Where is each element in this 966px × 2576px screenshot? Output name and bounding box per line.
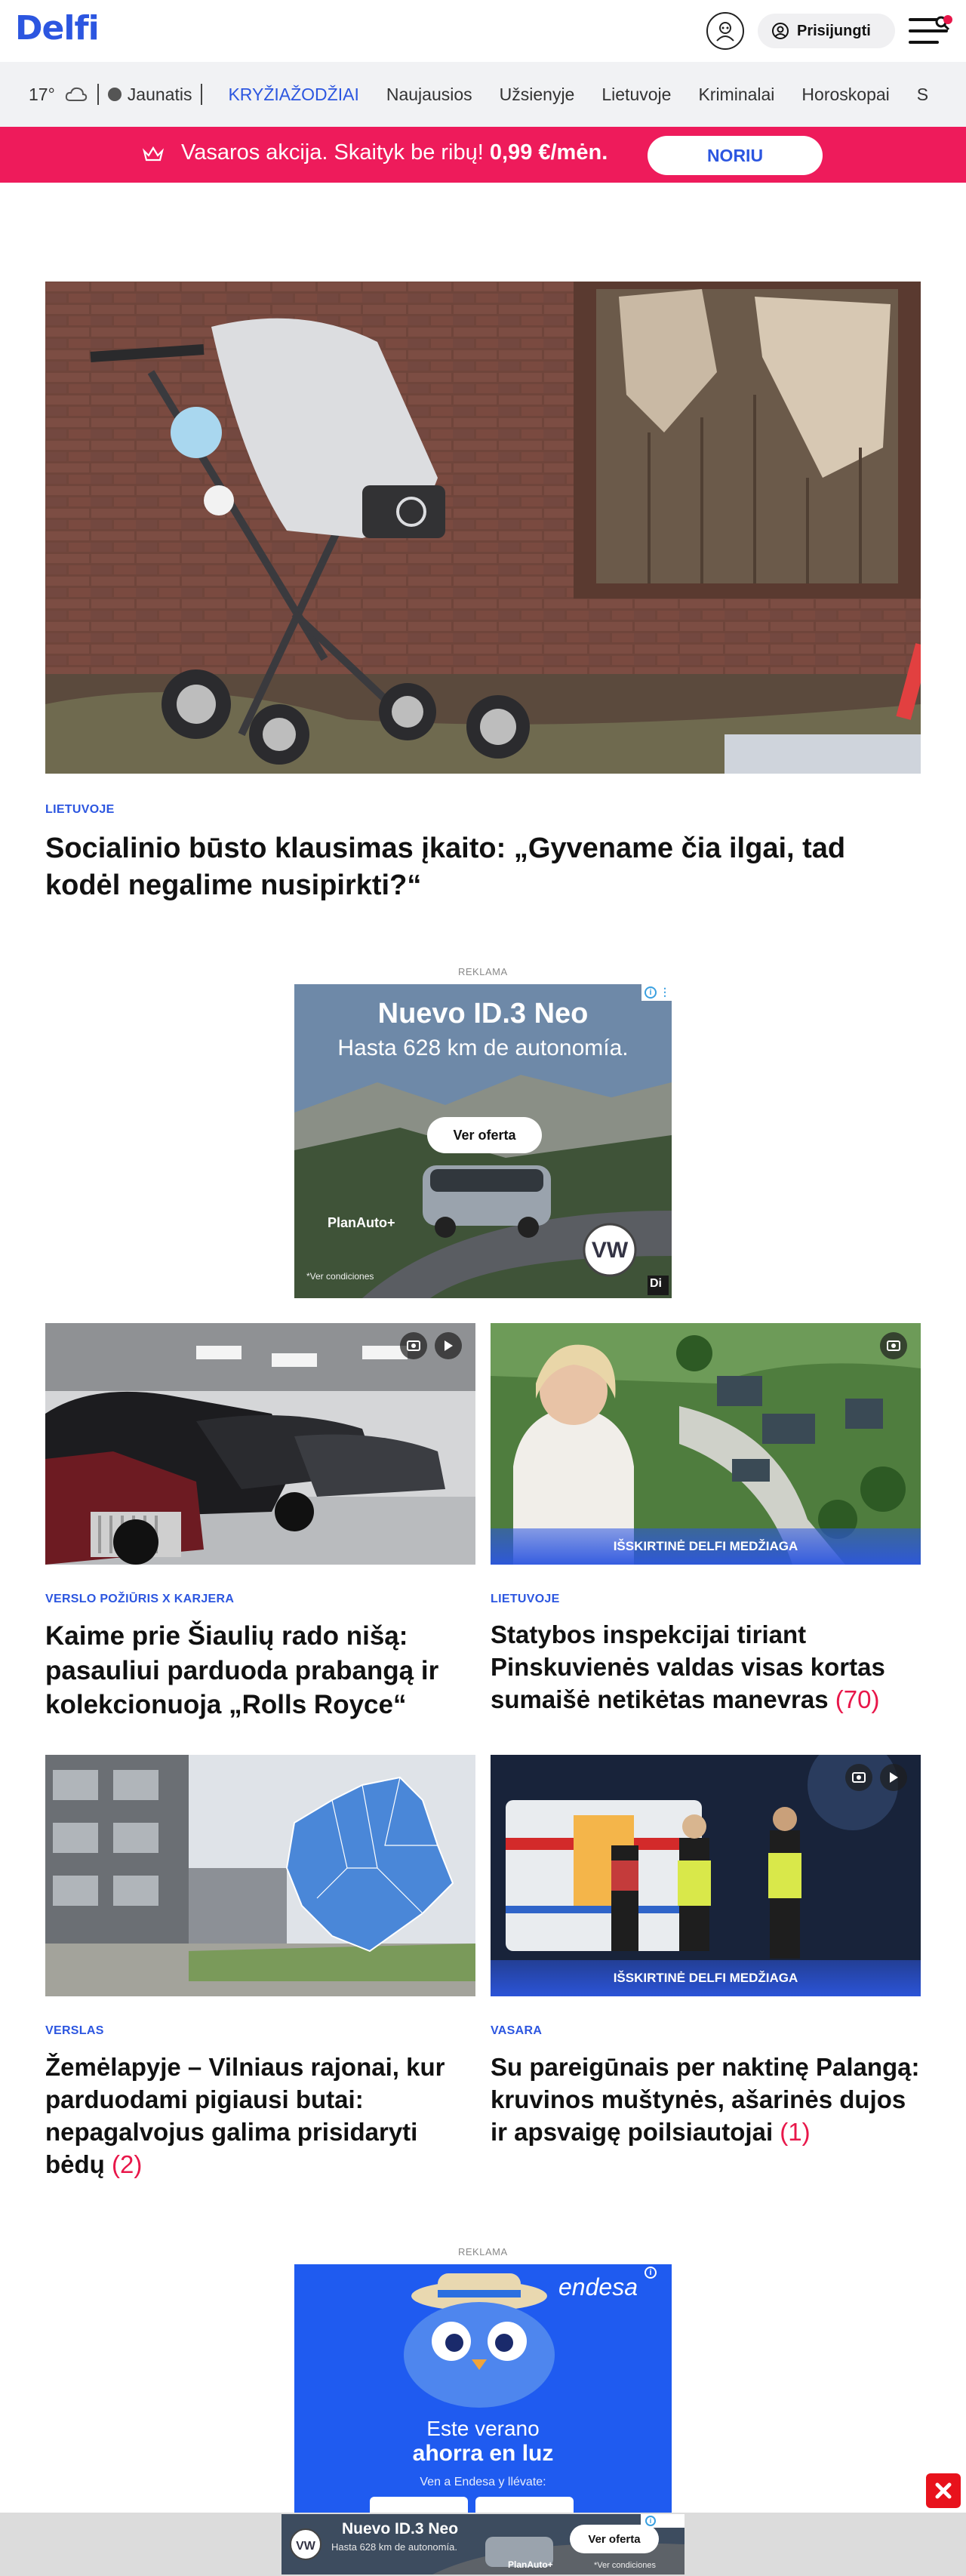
video-play-icon (435, 1332, 462, 1359)
nav-item-horoscopes[interactable]: Horoskopai (801, 85, 889, 105)
vw-advertisement[interactable]: VW Nuevo ID.3 Neo Hasta 628 km de autono… (294, 984, 672, 1298)
ad-subline: Hasta 628 km de autonomía. (337, 1036, 629, 1060)
exclusive-badge: IŠSKIRTINĖ DELFI MEDŽIAGA (491, 1528, 921, 1565)
ad-disclaimer: *Ver condiciones (306, 1271, 374, 1282)
category-nav: 17° Jaunatis KRYŽIAŽODŽIAI Naujausios Už… (0, 62, 966, 127)
ad-line-3: Ven a Endesa y llévate: (420, 2476, 546, 2488)
sticky-ad-disclaimer: *Ver condiciones (594, 2561, 656, 2570)
name-day: Jaunatis (127, 84, 192, 104)
ad-offer-box (475, 2497, 574, 2513)
svg-text:VW: VW (296, 2540, 316, 2553)
endesa-advertisement[interactable]: endesa Este verano ahorra en luz Ven a E… (294, 2264, 672, 2513)
sticky-vw-advertisement[interactable]: VW Nuevo ID.3 Neo Hasta 628 km de autono… (281, 2514, 685, 2574)
hero-kicker[interactable]: LIETUVOJE (45, 803, 115, 817)
ad-line-1: Este verano (426, 2417, 540, 2440)
video-play-icon (880, 1764, 907, 1791)
ad-line-2: ahorra en luz (412, 2441, 554, 2466)
nav-item-more[interactable]: S (917, 85, 928, 105)
ad-brand: PlanAuto+ (328, 1215, 395, 1230)
ad-label: REKLAMA (458, 2246, 508, 2257)
login-button[interactable]: Prisijungti (758, 14, 895, 48)
article-image[interactable] (45, 1323, 475, 1565)
article-title[interactable]: Su pareigūnais per naktinę Palangą: kruv… (491, 2051, 921, 2149)
ad-offer-box (370, 2497, 468, 2513)
crown-icon (142, 146, 165, 162)
ad-options-icon[interactable]: ⋮ (660, 986, 670, 999)
hero-title[interactable]: Socialinio būsto klausimas įkaito: „Gyve… (45, 830, 921, 905)
menu-search-button[interactable] (906, 14, 952, 48)
article-title[interactable]: Žemėlapyje – Vilniaus rajonai, kur pardu… (45, 2051, 475, 2181)
login-label: Prisijungti (797, 22, 871, 39)
nav-item-crosswords[interactable]: KRYŽIAŽODŽIAI (228, 85, 358, 105)
article-image[interactable]: IŠSKIRTINĖ DELFI MEDŽIAGA (491, 1323, 921, 1565)
weather-widget[interactable]: 17° (29, 85, 88, 105)
article-image[interactable]: IŠSKIRTINĖ DELFI MEDŽIAGA (491, 1755, 921, 1996)
temperature: 17° (29, 84, 55, 104)
ad-headline: Nuevo ID.3 Neo (377, 998, 589, 1029)
sticky-ad-cta-button[interactable]: Ver oferta (570, 2525, 659, 2553)
comment-count[interactable]: (70) (835, 1685, 880, 1713)
nav-item-latest[interactable]: Naujausios (386, 85, 472, 105)
article-kicker[interactable]: LIETUVOJE (491, 1593, 560, 1606)
promo-cta-button[interactable]: NORIU (648, 136, 823, 175)
exclusive-badge: IŠSKIRTINĖ DELFI MEDŽIAGA (491, 1960, 921, 1996)
nav-item-crime[interactable]: Kriminalai (698, 85, 774, 105)
svg-text:VW: VW (592, 1238, 629, 1263)
ad-info-icon[interactable]: i (645, 2267, 657, 2279)
article-image[interactable] (45, 1755, 475, 1996)
close-icon (935, 2482, 952, 2499)
sticky-ad-headline: Nuevo ID.3 Neo (342, 2520, 459, 2538)
article-kicker[interactable]: VASARA (491, 2024, 542, 2038)
reader-avatar-icon[interactable] (706, 12, 744, 50)
gallery-icon (400, 1332, 427, 1359)
article-title[interactable]: Kaime prie Šiaulių rado nišą: pasauliui … (45, 1619, 475, 1722)
close-ad-button[interactable] (926, 2473, 961, 2508)
gallery-icon (880, 1332, 907, 1359)
ad-corner-label: Di (650, 1277, 662, 1290)
cloud-icon (65, 87, 87, 101)
sticky-ad-brand: PlanAuto+ (508, 2559, 553, 2570)
sticky-ad-info-icon[interactable]: i (645, 2516, 656, 2526)
divider (97, 84, 99, 105)
notification-dot (943, 15, 952, 24)
article-kicker[interactable]: VERSLO POŽIŪRIS X KARJERA (45, 1593, 234, 1606)
article-kicker[interactable]: VERSLAS (45, 2024, 104, 2038)
nav-item-world[interactable]: Užsienyje (500, 85, 575, 105)
user-icon (772, 23, 789, 39)
comment-count[interactable]: (1) (780, 2118, 810, 2146)
top-header: Delfi Prisijungti (0, 0, 966, 62)
delfi-logo[interactable]: Delfi (15, 9, 100, 48)
sticky-ad-subline: Hasta 628 km de autonomía. (331, 2541, 457, 2553)
ad-info-icon[interactable]: i (645, 986, 657, 999)
moon-phase-icon (107, 88, 122, 101)
gallery-icon (845, 1764, 872, 1791)
divider (201, 84, 203, 105)
promo-price: 0,99 €/mėn. (489, 140, 608, 165)
promo-text: Vasaros akcija. Skaityk be ribų! 0,99 €/… (181, 140, 608, 165)
subscription-promo-banner[interactable]: Vasaros akcija. Skaityk be ribų! 0,99 €/… (0, 127, 966, 183)
hero-image[interactable] (45, 282, 921, 774)
nav-item-lithuania[interactable]: Lietuvoje (601, 85, 671, 105)
ad-label: REKLAMA (458, 966, 508, 977)
comment-count[interactable]: (2) (112, 2150, 142, 2178)
ad-cta-button[interactable]: Ver oferta (427, 1117, 542, 1153)
article-title[interactable]: Statybos inspekcijai tiriant Pinskuvienė… (491, 1619, 921, 1716)
sticky-bottom-ad-bar: VW Nuevo ID.3 Neo Hasta 628 km de autono… (0, 2513, 966, 2576)
